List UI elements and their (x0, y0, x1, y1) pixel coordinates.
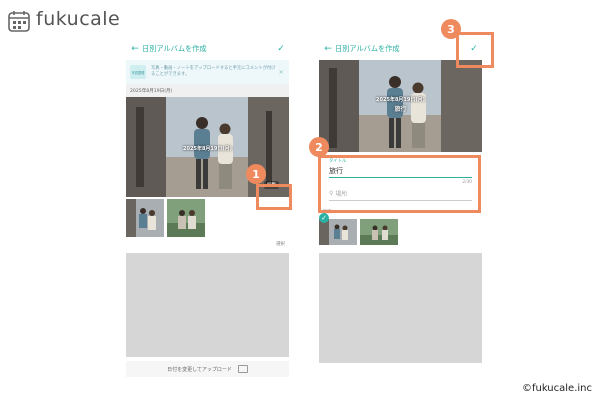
calendar-logo-icon (8, 10, 30, 32)
select-row: 選択 (126, 237, 289, 251)
step-badge-1: 1 (246, 164, 266, 184)
calendar-icon (237, 365, 248, 373)
thumbnail-2[interactable] (360, 219, 398, 245)
photo-tip-icon: 写真整理 (130, 65, 146, 79)
brand-logo-text: fukucale (36, 8, 121, 30)
select-link[interactable]: 選択 (276, 241, 285, 247)
thumbnail-2[interactable] (167, 199, 205, 237)
cover-photo[interactable]: 2025年8月19日(月) 旅行 (319, 60, 482, 152)
photo-title-caption: 旅行 (394, 106, 407, 113)
photo-date-caption: 2025年8月19日(月) (376, 97, 425, 103)
empty-photo-area (126, 253, 289, 357)
main-photo[interactable]: 2025年8月19日(月) 編集 (126, 97, 289, 197)
right-page-title: 日別アルバムを作成 (335, 44, 400, 53)
left-app-bar: ← 日別アルバムを作成 ✓ (126, 38, 289, 60)
selected-check-icon[interactable]: ✓ (319, 213, 329, 223)
tip-text: 写真・動画・ノートをアップロードすると手元にコメントが付けることができます。 (151, 66, 276, 77)
tip-banner: 写真整理 写真・動画・ノートをアップロードすると手元にコメントが付けることができ… (126, 60, 289, 84)
upload-action-label: 日付を変更してアップロード (167, 366, 232, 373)
bottom-upload-bar[interactable]: 日付を変更してアップロード (126, 361, 289, 377)
left-page-title: 日別アルバムを作成 (142, 44, 207, 53)
confirm-check-icon[interactable]: ✓ (273, 44, 289, 54)
back-arrow-icon[interactable]: ← (321, 44, 335, 54)
close-icon[interactable]: × (277, 69, 285, 76)
back-arrow-icon[interactable]: ← (128, 44, 142, 54)
selected-thumbnails: ✓ (319, 213, 482, 245)
left-phone-screen: ← 日別アルバムを作成 ✓ 写真整理 写真・動画・ノートをアップロードすると手元… (126, 38, 289, 384)
save-check-highlight-box (456, 32, 494, 68)
empty-photo-area (319, 253, 482, 363)
step-badge-2: 2 (309, 137, 329, 157)
photo-date-caption: 2025年8月19日(月) (183, 146, 232, 152)
edit-highlight-box (256, 184, 292, 210)
thumbnail-1[interactable] (126, 199, 164, 237)
copyright-text: ©fukucale.inc (521, 383, 592, 394)
title-form-highlight-box (318, 155, 481, 213)
date-header: 2025年8月19日(月) (126, 84, 289, 97)
step-badge-3: 3 (441, 19, 461, 39)
